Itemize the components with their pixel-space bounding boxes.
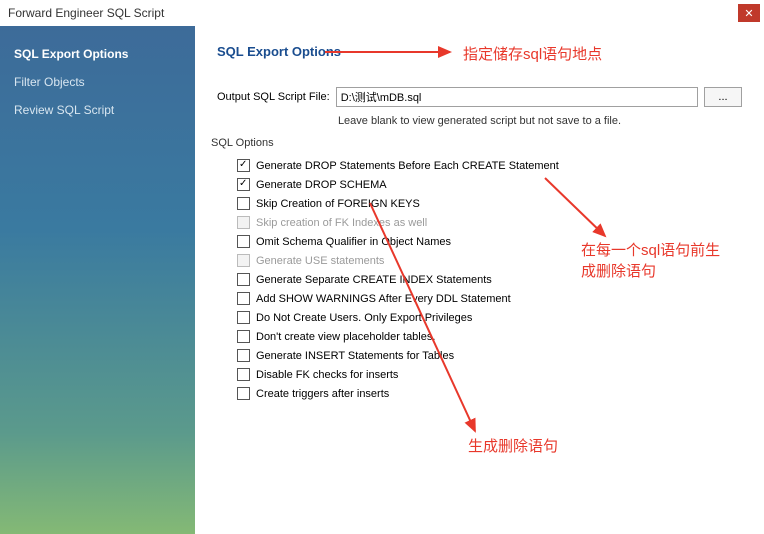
sidebar-item-review-sql-script[interactable]: Review SQL Script <box>0 96 195 124</box>
sidebar-item-sql-export-options[interactable]: SQL Export Options <box>0 40 195 68</box>
output-file-input[interactable] <box>336 87 698 107</box>
close-button[interactable]: ✕ <box>738 4 760 22</box>
checkbox[interactable] <box>237 368 250 381</box>
sidebar-item-label: Filter Objects <box>14 75 85 89</box>
checkbox <box>237 216 250 229</box>
option-row: Generate INSERT Statements for Tables <box>237 349 742 362</box>
option-row: Add SHOW WARNINGS After Every DDL Statem… <box>237 292 742 305</box>
checkbox-label: Generate INSERT Statements for Tables <box>256 350 454 362</box>
option-row: Generate Separate CREATE INDEX Statement… <box>237 273 742 286</box>
hint-text: Leave blank to view generated script but… <box>217 115 742 127</box>
checkbox-label: Create triggers after inserts <box>256 388 389 400</box>
fieldset-legend: SQL Options <box>211 137 274 149</box>
checkbox-label: Do Not Create Users. Only Export Privile… <box>256 312 472 324</box>
main-panel: SQL Export Options Output SQL Script Fil… <box>195 26 764 534</box>
checkbox-label: Skip Creation of FOREIGN KEYS <box>256 198 420 210</box>
option-row: Create triggers after inserts <box>237 387 742 400</box>
checkbox-label: Generate DROP Statements Before Each CRE… <box>256 160 559 172</box>
option-row: Disable FK checks for inserts <box>237 368 742 381</box>
checkbox[interactable] <box>237 349 250 362</box>
checkbox-label: Generate DROP SCHEMA <box>256 179 387 191</box>
checkbox[interactable] <box>237 273 250 286</box>
section-title: SQL Export Options <box>217 44 742 59</box>
checkbox[interactable] <box>237 235 250 248</box>
option-row: Skip Creation of FOREIGN KEYS <box>237 197 742 210</box>
checkbox-list: Generate DROP Statements Before Each CRE… <box>217 159 742 400</box>
content-area: SQL Export Options Filter Objects Review… <box>0 26 764 534</box>
checkbox <box>237 254 250 267</box>
close-icon: ✕ <box>744 7 753 20</box>
sidebar-item-label: Review SQL Script <box>14 103 114 117</box>
output-file-row: Output SQL Script File: ... <box>217 87 742 107</box>
sql-options-fieldset: SQL Options Generate DROP Statements Bef… <box>217 141 742 400</box>
option-row: Skip creation of FK Indexes as well <box>237 216 742 229</box>
checkbox[interactable] <box>237 311 250 324</box>
option-row: Don't create view placeholder tables. <box>237 330 742 343</box>
option-row: Generate USE statements <box>237 254 742 267</box>
output-file-label: Output SQL Script File: <box>217 91 330 103</box>
checkbox-label: Disable FK checks for inserts <box>256 369 398 381</box>
option-row: Do Not Create Users. Only Export Privile… <box>237 311 742 324</box>
checkbox[interactable] <box>237 197 250 210</box>
checkbox-label: Add SHOW WARNINGS After Every DDL Statem… <box>256 293 511 305</box>
checkbox-label: Don't create view placeholder tables. <box>256 331 435 343</box>
window-title: Forward Engineer SQL Script <box>4 6 164 20</box>
checkbox-label: Omit Schema Qualifier in Object Names <box>256 236 451 248</box>
checkbox[interactable] <box>237 159 250 172</box>
option-row: Generate DROP Statements Before Each CRE… <box>237 159 742 172</box>
checkbox[interactable] <box>237 330 250 343</box>
sidebar: SQL Export Options Filter Objects Review… <box>0 26 195 534</box>
checkbox[interactable] <box>237 387 250 400</box>
titlebar: Forward Engineer SQL Script ✕ <box>0 0 764 26</box>
option-row: Generate DROP SCHEMA <box>237 178 742 191</box>
checkbox-label: Generate USE statements <box>256 255 384 267</box>
checkbox-label: Generate Separate CREATE INDEX Statement… <box>256 274 492 286</box>
option-row: Omit Schema Qualifier in Object Names <box>237 235 742 248</box>
annotation-3: 生成删除语句 <box>468 436 558 457</box>
sidebar-item-filter-objects[interactable]: Filter Objects <box>0 68 195 96</box>
browse-button[interactable]: ... <box>704 87 742 107</box>
sidebar-item-label: SQL Export Options <box>14 47 128 61</box>
browse-button-label: ... <box>718 91 727 103</box>
checkbox-label: Skip creation of FK Indexes as well <box>256 217 427 229</box>
checkbox[interactable] <box>237 178 250 191</box>
checkbox[interactable] <box>237 292 250 305</box>
